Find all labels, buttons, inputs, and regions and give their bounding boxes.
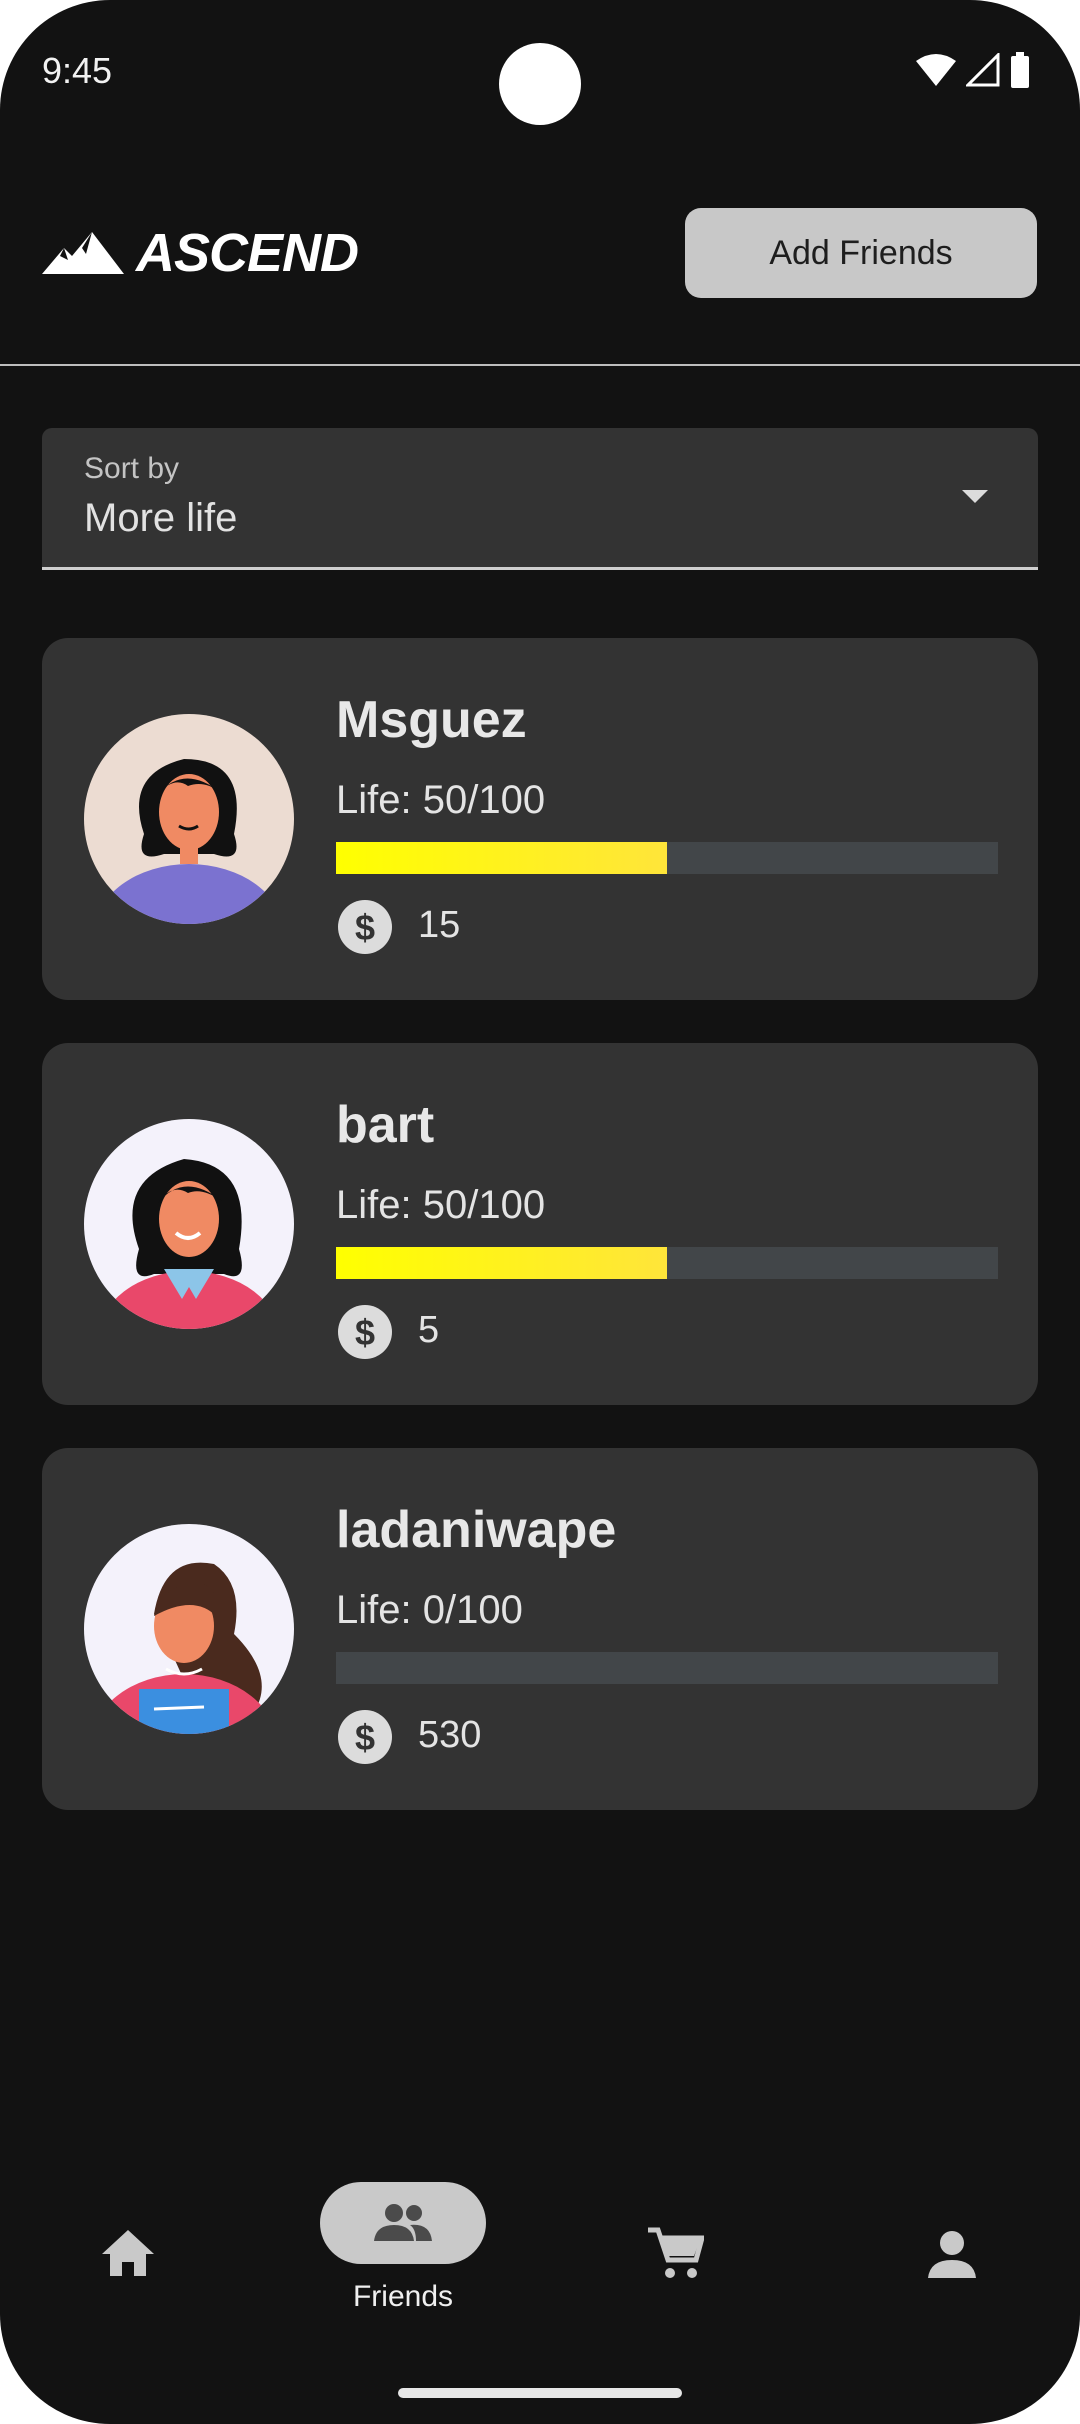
person-icon[interactable] (928, 2230, 976, 2280)
coin-icon: $ (338, 1305, 392, 1359)
friend-card[interactable]: bart Life: 50/100 $ 5 (42, 1043, 1038, 1405)
sort-dropdown[interactable]: Sort by More life (42, 428, 1038, 570)
life-bar (336, 1247, 998, 1279)
avatar-illustration (98, 1159, 280, 1329)
life-bar (336, 1652, 998, 1684)
friend-name: ladaniwape (336, 1501, 617, 1559)
life-bar (336, 842, 998, 874)
nav-label-friends: Friends (352, 2280, 454, 2313)
avatar-illustration (90, 1562, 278, 1734)
mountain-icon (42, 232, 124, 274)
camera-cutout (499, 43, 581, 125)
home-indicator[interactable] (398, 2388, 682, 2398)
app-screen: 9:45 ASCEND Add Friends Sort by More lif… (0, 0, 1080, 2424)
battery-icon (1011, 52, 1029, 88)
header-divider (0, 364, 1080, 366)
sort-label: Sort by (84, 452, 180, 485)
home-icon[interactable] (100, 2228, 156, 2278)
status-icons (916, 52, 1030, 88)
friend-name: bart (336, 1096, 435, 1154)
app-logo: ASCEND (42, 222, 359, 284)
coin-icon: $ (338, 1710, 392, 1764)
coin-icon: $ (338, 900, 392, 954)
dropdown-caret-icon (962, 490, 988, 503)
coin-value: 15 (418, 904, 461, 946)
friend-life-text: Life: 0/100 (336, 1588, 523, 1632)
shopping-cart-icon[interactable] (646, 2226, 704, 2282)
avatar (84, 1119, 294, 1329)
svg-text:$: $ (355, 907, 375, 948)
friend-life-text: Life: 50/100 (336, 1183, 546, 1227)
nav-item-friends[interactable] (320, 2182, 486, 2264)
status-time: 9:45 (42, 50, 113, 91)
friend-name: Msguez (336, 691, 527, 749)
signal-icon (966, 53, 1000, 87)
friend-card[interactable]: ladaniwape Life: 0/100 $ 530 (42, 1448, 1038, 1810)
friend-card[interactable]: Msguez Life: 50/100 $ 15 (42, 638, 1038, 1000)
sort-value: More life (84, 496, 238, 540)
people-icon (374, 2204, 432, 2241)
app-name: ASCEND (136, 223, 359, 283)
avatar (84, 714, 294, 924)
avatar (84, 1524, 294, 1734)
life-bar-fill (336, 1247, 667, 1279)
coin-value: 5 (418, 1309, 440, 1351)
friend-life-text: Life: 50/100 (336, 778, 546, 822)
svg-text:$: $ (355, 1312, 375, 1353)
avatar-illustration (95, 759, 283, 924)
svg-text:$: $ (355, 1717, 375, 1758)
wifi-icon (916, 54, 956, 86)
add-friends-button[interactable]: Add Friends (685, 208, 1037, 298)
life-bar-fill (336, 842, 667, 874)
coin-value: 530 (418, 1714, 482, 1756)
